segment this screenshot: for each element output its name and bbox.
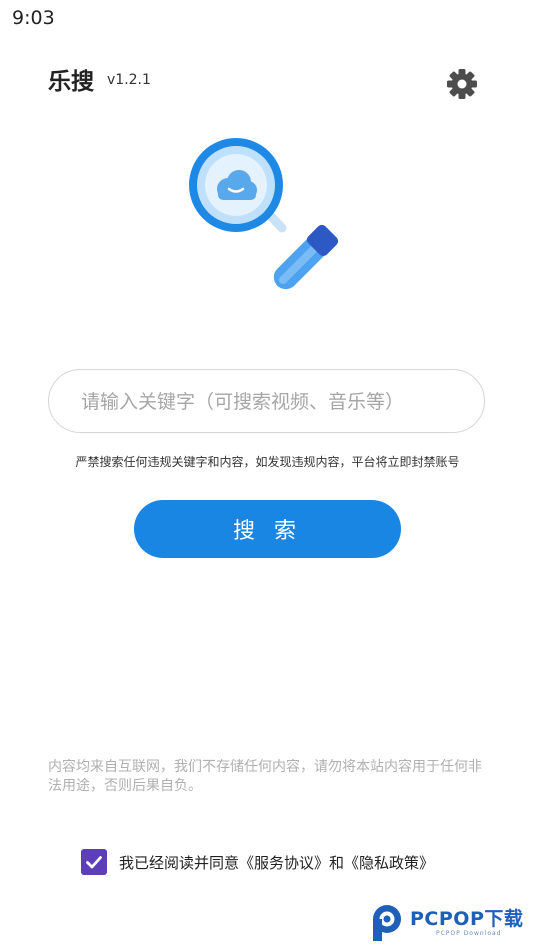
settings-button[interactable] <box>444 66 480 102</box>
status-time: 9:03 <box>12 7 55 29</box>
watermark-sub: PCPOP Download <box>436 930 502 937</box>
agreement-checkbox[interactable] <box>81 849 107 875</box>
search-box[interactable] <box>48 369 485 434</box>
warning-text: 严禁搜索任何违规关键字和内容，如发现违规内容，平台将立即封禁账号 <box>75 455 460 469</box>
pcpop-logo-icon <box>373 905 401 941</box>
watermark: PCPOP下载 PCPOP Download <box>370 902 532 944</box>
agreement-text[interactable]: 我已经阅读并同意《服务协议》和《隐私政策》 <box>119 852 434 873</box>
agreement-row: 我已经阅读并同意《服务协议》和《隐私政策》 <box>81 849 434 875</box>
search-input[interactable] <box>79 370 473 434</box>
magnifier-cloud-icon <box>189 138 339 290</box>
disclaimer-text: 内容均来自互联网，我们不存储任何内容，请勿将本站内容用于任何非法用途，否则后果自… <box>48 759 482 794</box>
checkmark-icon <box>86 856 102 869</box>
hero-illustration <box>187 136 352 301</box>
watermark-brand: PCPOP下载 <box>410 908 524 930</box>
app-title: 乐搜 <box>48 69 94 95</box>
gear-icon <box>447 69 477 99</box>
search-button[interactable]: 搜 索 <box>134 500 401 558</box>
app-version: v1.2.1 <box>107 72 151 88</box>
